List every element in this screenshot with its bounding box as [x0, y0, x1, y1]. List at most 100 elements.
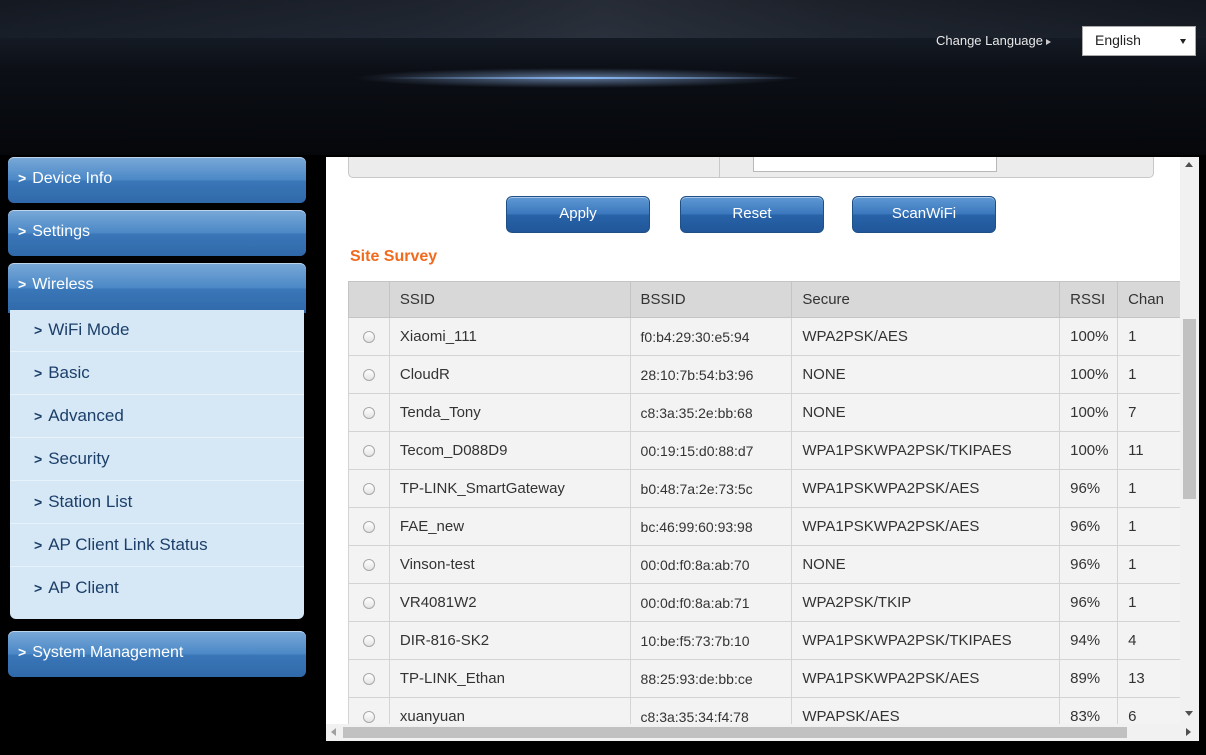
ssid-cell: FAE_new	[388, 507, 631, 546]
bssid-cell: 00:0d:f0:8a:ab:71	[629, 583, 793, 622]
column-header-rssi: RSSI	[1059, 281, 1119, 318]
radio-button[interactable]	[362, 673, 375, 686]
column-header-select	[348, 281, 390, 318]
bssid-cell: bc:46:99:60:93:98	[629, 507, 793, 546]
table-row[interactable]: Tenda_Tony c8:3a:35:2e:bb:68 NONE 100% 7	[348, 393, 1182, 432]
chevron-right-icon: >	[34, 580, 43, 596]
rssi-cell: 94%	[1059, 621, 1119, 660]
arrow-right-icon	[1046, 38, 1051, 45]
sidebar-item-settings[interactable]: > Settings	[8, 210, 306, 256]
vertical-scrollbar[interactable]	[1180, 157, 1199, 724]
table-row[interactable]: FAE_new bc:46:99:60:93:98 WPA1PSKWPA2PSK…	[348, 507, 1182, 546]
scroll-left-arrow-icon[interactable]	[331, 728, 336, 736]
radio-button[interactable]	[362, 369, 375, 382]
channel-cell: 1	[1117, 317, 1182, 356]
secure-cell: WPA1PSKWPA2PSK/AES	[791, 469, 1061, 508]
table-row[interactable]: Xiaomi_111 f0:b4:29:30:e5:94 WPA2PSK/AES…	[348, 317, 1182, 356]
table-row[interactable]: Vinson-test 00:0d:f0:8a:ab:70 NONE 96% 1	[348, 545, 1182, 584]
table-row[interactable]: TP-LINK_SmartGateway b0:48:7a:2e:73:5c W…	[348, 469, 1182, 508]
column-header-bssid: BSSID	[629, 281, 793, 318]
ssid-cell: Tenda_Tony	[388, 393, 631, 432]
scan-wifi-button[interactable]: ScanWiFi	[852, 196, 996, 233]
table-row[interactable]: VR4081W2 00:0d:f0:8a:ab:71 WPA2PSK/TKIP …	[348, 583, 1182, 622]
language-select-value: English	[1095, 32, 1141, 48]
site-survey-table: SSID BSSID Secure RSSI Chan Xiaomi_111 f…	[348, 281, 1182, 729]
submenu-item-station-list[interactable]: > Station List	[10, 482, 304, 524]
language-select[interactable]: English	[1082, 26, 1196, 56]
secure-cell: WPA1PSKWPA2PSK/TKIPAES	[791, 431, 1061, 470]
submenu-item-basic[interactable]: > Basic	[10, 353, 304, 395]
channel-cell: 1	[1117, 583, 1182, 622]
row-radio-cell	[348, 621, 390, 660]
scroll-right-arrow-icon[interactable]	[1186, 728, 1191, 736]
horizontal-scrollbar[interactable]	[326, 724, 1199, 741]
table-row[interactable]: Tecom_D088D9 00:19:15:d0:88:d7 WPA1PSKWP…	[348, 431, 1182, 470]
bssid-cell: c8:3a:35:2e:bb:68	[629, 393, 793, 432]
chevron-right-icon: >	[34, 537, 43, 553]
secure-cell: NONE	[791, 393, 1061, 432]
scroll-down-arrow-icon[interactable]	[1185, 711, 1193, 716]
channel-cell: 11	[1117, 431, 1182, 470]
channel-cell: 1	[1117, 355, 1182, 394]
radio-button[interactable]	[362, 521, 375, 534]
sidebar-item-wireless[interactable]: > Wireless	[8, 263, 306, 313]
sidebar-item-system-management[interactable]: > System Management	[8, 631, 306, 677]
submenu-item-ap-client[interactable]: > AP Client	[10, 568, 304, 610]
chevron-right-icon: >	[18, 223, 27, 239]
radio-button[interactable]	[362, 635, 375, 648]
secure-cell: WPA1PSKWPA2PSK/AES	[791, 659, 1061, 698]
secure-cell: WPA1PSKWPA2PSK/AES	[791, 507, 1061, 546]
radio-button[interactable]	[362, 331, 375, 344]
column-header-secure: Secure	[791, 281, 1061, 318]
sidebar-item-label: System Management	[32, 644, 184, 661]
submenu-item-label: Basic	[48, 363, 90, 382]
reset-button[interactable]: Reset	[680, 196, 824, 233]
scroll-up-arrow-icon[interactable]	[1185, 162, 1193, 167]
radio-button[interactable]	[362, 597, 375, 610]
submenu-item-wifi-mode[interactable]: > WiFi Mode	[10, 310, 304, 352]
submenu-item-label: WiFi Mode	[48, 320, 130, 339]
ssid-cell: VR4081W2	[388, 583, 631, 622]
radio-button[interactable]	[362, 445, 375, 458]
rssi-cell: 96%	[1059, 545, 1119, 584]
row-radio-cell	[348, 545, 390, 584]
submenu-item-label: AP Client Link Status	[48, 535, 208, 554]
ssid-cell: Xiaomi_111	[388, 317, 631, 356]
chevron-right-icon: >	[34, 365, 43, 381]
scrollbar-thumb[interactable]	[1183, 319, 1196, 499]
bssid-cell: 00:19:15:d0:88:d7	[629, 431, 793, 470]
site-survey-table-container[interactable]: SSID BSSID Secure RSSI Chan Xiaomi_111 f…	[348, 281, 1182, 729]
chevron-right-icon: >	[18, 170, 27, 186]
chevron-right-icon: >	[18, 276, 27, 292]
row-radio-cell	[348, 659, 390, 698]
apply-button[interactable]: Apply	[506, 196, 650, 233]
sidebar-item-label: Settings	[32, 223, 90, 240]
table-row[interactable]: DIR-816-SK2 10:be:f5:73:7b:10 WPA1PSKWPA…	[348, 621, 1182, 660]
ssid-cell: DIR-816-SK2	[388, 621, 631, 660]
bssid-cell: 00:0d:f0:8a:ab:70	[629, 545, 793, 584]
submenu-item-security[interactable]: > Security	[10, 439, 304, 481]
radio-button[interactable]	[362, 559, 375, 572]
text-field-partial[interactable]	[753, 157, 997, 172]
submenu-item-label: Station List	[48, 492, 133, 511]
row-radio-cell	[348, 393, 390, 432]
secure-cell: NONE	[791, 545, 1061, 584]
row-radio-cell	[348, 431, 390, 470]
channel-cell: 1	[1117, 545, 1182, 584]
rssi-cell: 100%	[1059, 355, 1119, 394]
table-row[interactable]: CloudR 28:10:7b:54:b3:96 NONE 100% 1	[348, 355, 1182, 394]
channel-cell: 13	[1117, 659, 1182, 698]
secure-cell: WPA2PSK/AES	[791, 317, 1061, 356]
rssi-cell: 96%	[1059, 469, 1119, 508]
table-row[interactable]: TP-LINK_Ethan 88:25:93:de:bb:ce WPA1PSKW…	[348, 659, 1182, 698]
bssid-cell: 88:25:93:de:bb:ce	[629, 659, 793, 698]
radio-button[interactable]	[362, 407, 375, 420]
submenu-item-advanced[interactable]: > Advanced	[10, 396, 304, 438]
submenu-item-ap-client-link-status[interactable]: > AP Client Link Status	[10, 525, 304, 567]
scrollbar-thumb[interactable]	[343, 727, 1127, 738]
row-radio-cell	[348, 469, 390, 508]
sidebar-item-device-info[interactable]: > Device Info	[8, 157, 306, 203]
bssid-cell: 28:10:7b:54:b3:96	[629, 355, 793, 394]
radio-button[interactable]	[362, 711, 375, 724]
radio-button[interactable]	[362, 483, 375, 496]
